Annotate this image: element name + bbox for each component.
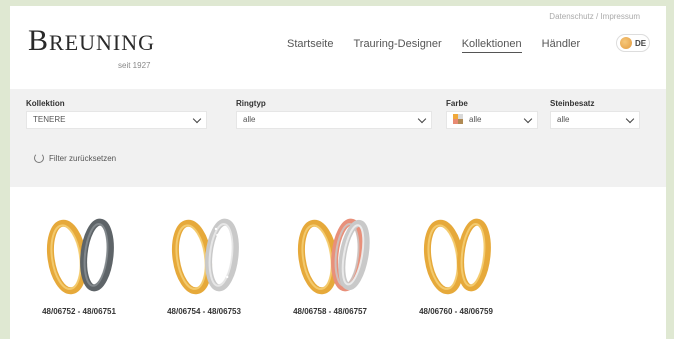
site-header: Datenschutz / Impressum BREUNING seit 19… [10,6,666,76]
diamond-stone [217,239,220,243]
reset-filters-label: Filter zurücksetzen [49,153,117,163]
steinbesatz-value: alle [557,115,570,124]
ring-pair-icon [171,218,239,295]
farbe-value: alle [469,115,482,124]
product-code: 48/06752 - 48/06751 [42,307,116,316]
logo-text: BREUNING [28,24,156,57]
filter-farbe: Farbe alle [446,99,538,129]
chevron-down-icon [192,114,202,124]
chevron-down-icon [625,114,635,124]
nav-startseite[interactable]: Startseite [287,38,333,53]
product-card-2[interactable]: 48/06754 - 48/06753 [148,187,260,337]
nav-kollektionen[interactable]: Kollektionen [461,38,522,53]
color-swatch-icon [453,113,463,124]
ring-pair-icon [46,218,114,295]
reset-filters-button[interactable]: Filter zurücksetzen [34,153,116,163]
product-grid: 48/06752 - 48/06751 48/06754 - 48/06753 … [10,187,666,339]
kollektion-value: TENERE [33,115,66,124]
nav-trauring-designer[interactable]: Trauring-Designer [353,38,441,53]
reset-icon [34,153,44,163]
browser-page: Datenschutz / Impressum BREUNING seit 19… [10,6,666,339]
product-card-3[interactable]: 48/06758 - 48/06757 [274,187,386,337]
filter-steinbesatz: Steinbesatz alle [550,99,640,129]
product-code: 48/06758 - 48/06757 [293,307,367,316]
filter-ringtyp-label: Ringtyp [236,99,266,108]
steinbesatz-select[interactable]: alle [550,111,640,129]
filter-bar: Kollektion TENERE Ringtyp alle Farbe all… [10,89,666,187]
chevron-down-icon [417,114,427,124]
language-switcher[interactable]: DE [616,34,650,52]
nav-haendler[interactable]: Händler [542,38,581,53]
diamond-stone [214,227,218,231]
logo-since: seit 1927 [118,61,151,70]
diamond-stone [224,269,227,273]
product-code: 48/06760 - 48/06759 [419,307,493,316]
filter-kollektion-label: Kollektion [26,99,65,108]
diamond-stone [223,263,226,267]
product-card-1[interactable]: 48/06752 - 48/06751 [23,187,135,337]
ring-pair-icon [423,218,491,295]
diamond-stone [219,245,222,249]
partner-ring [457,218,491,292]
ringtyp-value: alle [243,115,256,124]
product-code: 48/06754 - 48/06753 [167,307,241,316]
partner-ring [80,218,114,292]
filter-ringtyp: Ringtyp alle [236,99,432,129]
meta-links[interactable]: Datenschutz / Impressum [549,12,640,21]
breuning-logo[interactable]: BREUNING seit 1927 [28,24,156,70]
diamond-stone [226,275,229,279]
product-card-4[interactable]: 48/06760 - 48/06759 [400,187,512,337]
diamond-stone [221,257,225,261]
filter-steinbesatz-label: Steinbesatz [550,99,595,108]
chevron-down-icon [523,114,533,124]
filter-kollektion: Kollektion TENERE [26,99,207,129]
diamond-stone [216,233,219,237]
partner-ring [205,218,239,292]
ring-pair-icon [297,218,370,295]
globe-icon [620,37,632,49]
ringtyp-select[interactable]: alle [236,111,432,129]
farbe-select[interactable]: alle [446,111,538,129]
filter-farbe-label: Farbe [446,99,468,108]
kollektion-select[interactable]: TENERE [26,111,207,129]
main-nav: Startseite Trauring-Designer Kollektione… [287,38,600,53]
language-label: DE [635,38,647,48]
diamond-stone [220,251,223,255]
